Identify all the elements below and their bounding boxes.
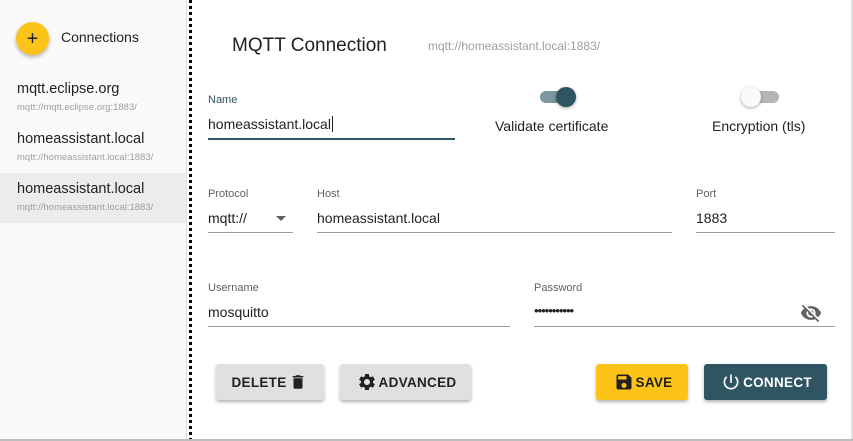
- connection-url: mqtt://homeassistant.local:1883/: [17, 202, 154, 213]
- name-input[interactable]: homeassistant.local: [208, 116, 333, 132]
- add-connection-button[interactable]: +: [16, 22, 49, 55]
- connection-item[interactable]: homeassistant.local mqtt://homeassistant…: [0, 123, 186, 173]
- port-input[interactable]: 1883: [696, 210, 727, 226]
- gear-icon: [357, 372, 377, 392]
- port-underline: [696, 232, 835, 233]
- encryption-label: Encryption (tls): [712, 118, 806, 134]
- chevron-down-icon: [276, 216, 286, 221]
- connection-item[interactable]: mqtt.eclipse.org mqtt://mqtt.eclipse.org…: [0, 73, 186, 123]
- connection-url: mqtt://homeassistant.local:1883/: [17, 152, 154, 163]
- trash-icon: [289, 373, 307, 391]
- page-title: MQTT Connection: [232, 35, 387, 56]
- delete-button[interactable]: DELETE: [216, 364, 324, 400]
- name-value: homeassistant.local: [208, 116, 331, 132]
- username-underline: [208, 326, 510, 327]
- host-input[interactable]: homeassistant.local: [317, 210, 440, 226]
- delete-label: DELETE: [231, 374, 287, 390]
- floppy-disk-icon: [614, 372, 634, 392]
- username-label: Username: [208, 282, 259, 294]
- save-label: SAVE: [635, 374, 673, 390]
- connect-button[interactable]: CONNECT: [704, 364, 827, 400]
- connections-title: Connections: [61, 29, 139, 45]
- password-label: Password: [534, 282, 583, 294]
- name-underline: [208, 138, 455, 140]
- validate-certificate-label: Validate certificate: [495, 118, 609, 134]
- connections-sidebar: + Connections mqtt.eclipse.org mqtt://mq…: [0, 0, 187, 441]
- connection-item-selected[interactable]: homeassistant.local mqtt://homeassistant…: [0, 173, 186, 223]
- connect-label: CONNECT: [743, 374, 812, 390]
- username-input[interactable]: mosquitto: [208, 304, 269, 320]
- save-button[interactable]: SAVE: [596, 364, 688, 400]
- advanced-button[interactable]: ADVANCED: [340, 364, 471, 400]
- advanced-label: ADVANCED: [378, 374, 457, 390]
- name-label: Name: [208, 94, 238, 106]
- connection-url: mqtt://mqtt.eclipse.org:1883/: [17, 102, 137, 113]
- toggle-knob: [556, 87, 576, 107]
- password-underline: [534, 326, 835, 327]
- connection-url-subtitle: mqtt://homeassistant.local:1883/: [428, 39, 601, 53]
- password-input[interactable]: •••••••••••: [534, 303, 574, 318]
- power-icon: [721, 372, 741, 392]
- host-underline: [317, 232, 672, 233]
- protocol-value: mqtt://: [208, 210, 247, 226]
- connection-name: homeassistant.local: [17, 181, 145, 197]
- port-label: Port: [696, 188, 717, 200]
- plus-icon: +: [26, 27, 39, 50]
- connection-name: homeassistant.local: [17, 131, 145, 147]
- connection-name: mqtt.eclipse.org: [17, 81, 120, 97]
- protocol-label: Protocol: [208, 188, 249, 200]
- visibility-off-icon[interactable]: [799, 302, 823, 324]
- text-caret: [331, 116, 333, 132]
- panel-divider: [189, 0, 192, 441]
- host-label: Host: [317, 188, 340, 200]
- protocol-underline: [208, 232, 293, 233]
- toggle-knob: [741, 87, 761, 107]
